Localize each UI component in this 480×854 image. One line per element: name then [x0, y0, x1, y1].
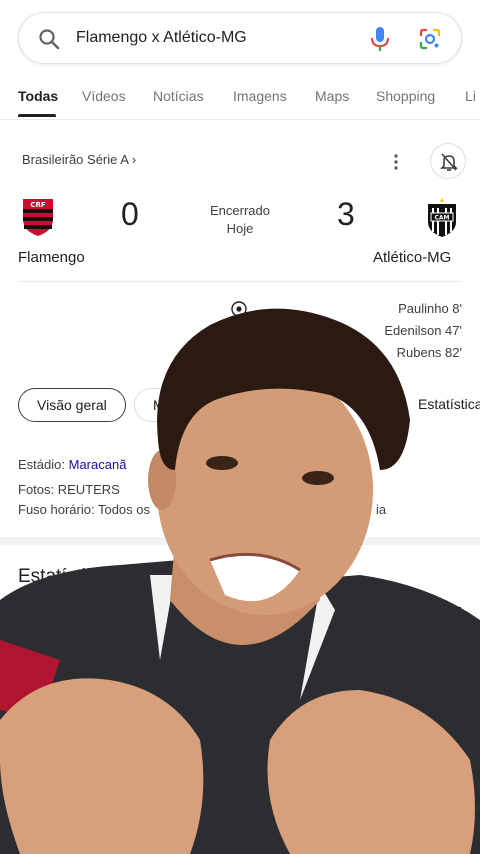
stadium-label: Estádio: — [18, 457, 65, 472]
timezone-info-tail: ia — [376, 502, 387, 517]
home-score: 0 — [121, 196, 139, 232]
match-status: Encerrado Hoje — [190, 202, 290, 238]
section-separator — [0, 537, 480, 545]
chip-visao-geral[interactable]: Visão geral — [18, 388, 126, 422]
active-tab-indicator — [18, 114, 56, 117]
tab-livros[interactable]: Li — [465, 88, 476, 104]
left-hand-shape — [0, 678, 204, 854]
status-date: Hoje — [226, 221, 254, 236]
bell-add-icon — [440, 153, 458, 171]
photos-credit: Fotos: REUTERS — [18, 482, 120, 497]
stadium-info: Estádio: Maracanã — [18, 457, 126, 472]
microphone-icon[interactable] — [368, 26, 392, 52]
right-hand-shape — [267, 690, 475, 854]
tab-maps[interactable]: Maps — [315, 88, 349, 104]
person-video-overlay — [0, 308, 480, 854]
stats-away-value: 11 — [442, 661, 457, 677]
scorer-2: Edenilson 47' — [384, 323, 462, 338]
chip-minuto[interactable]: Mi — [134, 388, 187, 422]
tab-videos[interactable]: Vídeos — [82, 88, 126, 104]
search-input[interactable]: Flamengo x Atlético-MG — [76, 29, 247, 47]
tab-imagens[interactable]: Imagens — [233, 88, 287, 104]
scorer-1: Paulinho 8' — [398, 301, 462, 316]
more-options-icon[interactable] — [390, 152, 402, 172]
divider — [18, 281, 462, 282]
search-bar[interactable]: Flamengo x Atlético-MG — [18, 12, 462, 64]
svg-text:CAM: CAM — [434, 215, 449, 222]
status-label: Encerrado — [210, 203, 270, 218]
soccer-ball-icon — [231, 301, 247, 317]
away-team-name[interactable]: Atlético-MG — [373, 249, 451, 266]
away-score: 3 — [337, 196, 355, 232]
chip-estatisticas[interactable]: Estatística — [400, 388, 480, 422]
search-icon[interactable] — [37, 27, 61, 51]
league-link[interactable]: Brasileirão Série A › — [22, 152, 136, 167]
tab-noticias[interactable]: Notícias — [153, 88, 204, 104]
atletico-mg-crest-icon[interactable]: CAM — [425, 198, 459, 238]
home-team-name[interactable]: Flamengo — [18, 249, 85, 266]
stats-section-title: Estatísticas da p — [18, 566, 158, 587]
flamengo-crest-icon[interactable]: CRF — [21, 197, 55, 237]
tab-todas[interactable]: Todas — [18, 88, 58, 104]
shirt-shape — [0, 560, 480, 854]
scorer-3: Rubens 82' — [396, 345, 462, 360]
stadium-link[interactable]: Maracanã — [69, 457, 127, 472]
hair-shape — [157, 308, 410, 470]
atletico-mg-small-crest-icon — [445, 607, 461, 626]
svg-text:CRF: CRF — [30, 201, 46, 209]
tab-shopping[interactable]: Shopping — [376, 88, 435, 104]
notification-button[interactable] — [430, 143, 466, 179]
timezone-info: Fuso horário: Todos os — [18, 502, 150, 517]
face-shape — [157, 365, 373, 615]
search-tabs: Todas Vídeos Notícias Imagens Maps Shopp… — [0, 78, 480, 120]
google-lens-icon[interactable] — [418, 27, 442, 51]
